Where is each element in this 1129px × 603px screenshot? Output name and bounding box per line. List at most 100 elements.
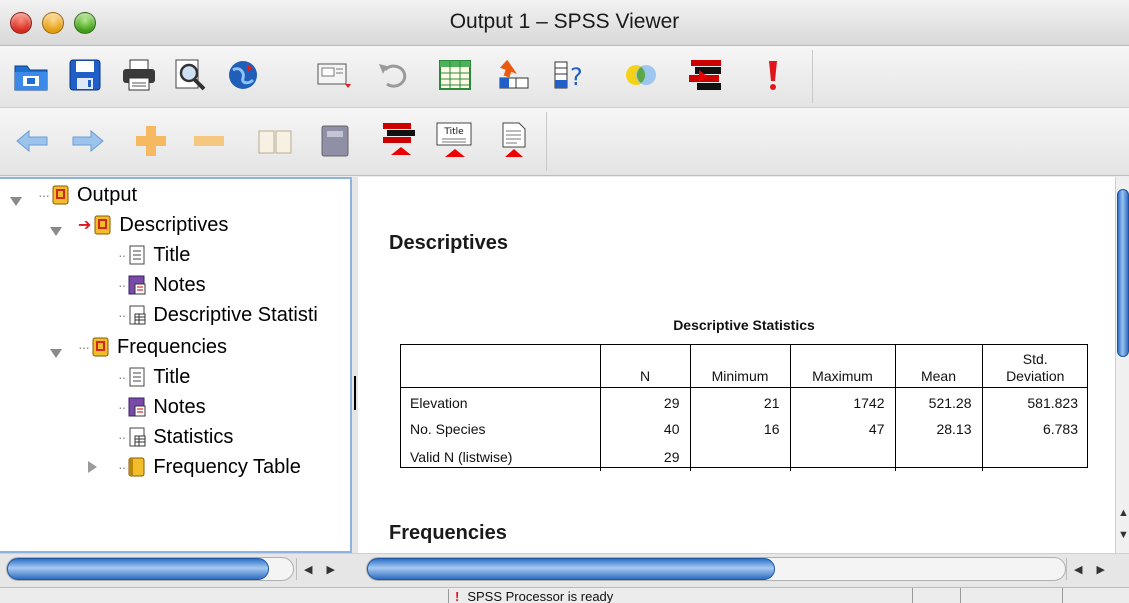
current-item-arrow-icon: ➔ [78, 217, 92, 234]
outline-label: Frequency Table [153, 455, 301, 478]
output-contents-pane: Descriptives Descriptive Statistics N Mi… [358, 177, 1115, 553]
save-disk-icon[interactable] [64, 54, 106, 96]
alert-status-icon: ! [455, 589, 460, 603]
scroll-down-arrow-icon[interactable]: ▼ [1118, 529, 1129, 541]
undo-icon[interactable] [372, 54, 414, 96]
outline-item-desc-notes[interactable]: ·· Notes [118, 271, 206, 299]
print-icon[interactable] [118, 54, 160, 96]
corner-cell [400, 344, 600, 388]
scroll-right-arrow-icon[interactable]: ▶ [327, 563, 335, 576]
designate-window-icon[interactable] [686, 54, 728, 96]
notes-icon [128, 275, 146, 295]
cell-maximum [789, 443, 895, 471]
cell-n: 29 [599, 387, 690, 415]
table-row: Valid N (listwise) 29 [400, 443, 1088, 471]
cell-mean: 28.13 [894, 415, 982, 443]
column-header-n: N [599, 344, 690, 388]
book-closed-icon [128, 457, 145, 477]
section-heading-descriptives[interactable]: Descriptives [389, 232, 508, 255]
recall-dialog-icon[interactable] [314, 54, 356, 96]
toolbar-separator [812, 50, 813, 103]
outline-item-desc-title[interactable]: ·· Title [118, 241, 190, 269]
export-globe-icon[interactable] [222, 54, 264, 96]
outline-scroll-arrows[interactable]: ◀ ▶ [296, 558, 342, 580]
book-icon [52, 185, 69, 205]
cell-minimum: 16 [689, 415, 790, 443]
goto-data-icon[interactable] [434, 54, 476, 96]
row-label: Elevation [410, 394, 468, 411]
cell-std-deviation: 581.823 [981, 387, 1088, 415]
book-icon [92, 337, 109, 357]
outline-item-output[interactable]: ··· Output [38, 181, 137, 209]
row-label: No. Species [410, 421, 486, 437]
outline-pane: ··· Output ➔ Descriptives ·· Title ·· No… [0, 177, 352, 553]
goto-case-icon[interactable] [492, 54, 534, 96]
cell-n: 40 [599, 415, 690, 443]
outline-toolbar: Title [0, 108, 1129, 176]
outline-label: Notes [153, 395, 206, 418]
title-doc-icon [129, 367, 145, 387]
show-book-icon[interactable] [254, 120, 296, 162]
variables-help-icon[interactable]: ? [550, 54, 592, 96]
expand-triangle-output[interactable] [10, 197, 22, 206]
scroll-up-arrow-icon[interactable]: ▲ [1118, 507, 1129, 519]
hide-book-icon[interactable] [314, 120, 356, 162]
tree-connector: ·· [118, 307, 126, 323]
table-row: No. Species 40 16 47 28.13 6.783 [400, 415, 1088, 443]
use-sets-icon[interactable] [620, 54, 662, 96]
std-header-line1: Std. [1022, 350, 1048, 367]
content-scroll-arrows[interactable]: ◀ ▶ [1066, 558, 1112, 580]
insert-heading-icon[interactable] [380, 120, 422, 162]
outline-label: Title [153, 243, 191, 266]
section-heading-frequencies[interactable]: Frequencies [389, 522, 507, 545]
toolbar-separator [546, 112, 547, 171]
svg-text:?: ? [570, 63, 583, 91]
content-horizontal-scrollbar[interactable] [366, 557, 1066, 581]
print-preview-icon[interactable] [170, 54, 212, 96]
expand-triangle-descriptives[interactable] [50, 227, 62, 236]
outline-item-freq-notes[interactable]: ·· Notes [118, 393, 206, 421]
open-folder-icon[interactable] [10, 54, 52, 96]
scroll-right-arrow-icon[interactable]: ▶ [1097, 563, 1105, 576]
outline-label: Notes [153, 273, 206, 296]
cell-n: 29 [599, 443, 690, 471]
alert-icon[interactable] [752, 54, 794, 96]
insert-title-icon[interactable]: Title [434, 120, 476, 162]
outline-item-frequencies[interactable]: ··· Frequencies [78, 333, 227, 361]
window-title: Output 1 – SPSS Viewer [449, 10, 680, 33]
outline-item-freq-statistics[interactable]: ·· Statistics [118, 423, 233, 451]
vertical-scroll-thumb[interactable] [1117, 189, 1129, 357]
outline-label: Statistics [153, 425, 234, 448]
status-divider [1062, 588, 1063, 603]
collapse-triangle-frequency-table[interactable] [88, 461, 97, 473]
outline-item-descriptives[interactable]: ➔ Descriptives [78, 211, 228, 239]
tree-connector: ·· [118, 459, 126, 475]
content-scroll-thumb[interactable] [367, 558, 775, 580]
promote-arrow-icon[interactable] [12, 120, 54, 162]
outline-scroll-thumb[interactable] [7, 558, 269, 580]
expand-triangle-frequencies[interactable] [50, 349, 62, 358]
horizontal-scroll-row: ◀ ▶ ◀ ▶ [0, 553, 1129, 587]
collapse-minus-icon[interactable] [188, 120, 230, 162]
cell-std-deviation: 6.783 [981, 415, 1088, 443]
insert-text-icon[interactable] [494, 120, 536, 162]
outline-horizontal-scrollbar[interactable] [6, 557, 294, 581]
spss-viewer-window: Output 1 – SPSS Viewer ? Title ··· Outpu… [0, 0, 1129, 603]
scroll-left-arrow-icon[interactable]: ◀ [1074, 563, 1082, 576]
outline-label: Descriptive Statisti [153, 303, 318, 326]
demote-arrow-icon[interactable] [66, 120, 108, 162]
tree-connector: ·· [118, 369, 126, 385]
outline-item-frequency-table[interactable]: ·· Frequency Table [118, 453, 301, 481]
descriptive-statistics-table[interactable]: N Minimum Maximum Mean Std. Deviation El… [400, 344, 1088, 471]
expand-plus-icon[interactable] [130, 120, 172, 162]
cell-std-deviation [981, 443, 1088, 471]
outline-item-freq-title[interactable]: ·· Title [118, 363, 190, 391]
status-divider [912, 588, 913, 603]
tree-connector: ··· [78, 339, 90, 355]
outline-item-desc-stats[interactable]: ·· Descriptive Statisti [118, 301, 318, 329]
scroll-left-arrow-icon[interactable]: ◀ [304, 563, 312, 576]
vertical-scrollbar[interactable]: ▲ ▼ [1115, 177, 1129, 553]
row-label: Valid N (listwise) [410, 449, 513, 465]
column-header-maximum: Maximum [789, 344, 895, 388]
splitter-handle[interactable] [354, 376, 356, 410]
